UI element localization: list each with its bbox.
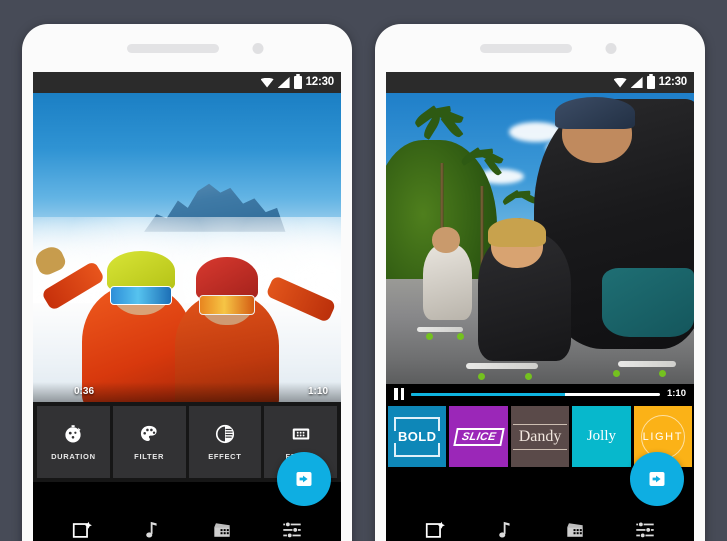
- screen-right: 12:30 1:10 BOLD SLICE Dandy Jolly LIGHT: [386, 72, 694, 541]
- screen-left: 12:30 0:36 1:10 DURATION FILTER EFFECT: [33, 72, 341, 541]
- export-icon: [296, 472, 312, 486]
- adult-shorts: [601, 267, 694, 338]
- film-clip-icon[interactable]: [564, 519, 586, 541]
- tool-filter[interactable]: FILTER: [112, 406, 186, 478]
- progress-fill: [411, 392, 566, 396]
- filter-tile-bold[interactable]: BOLD: [388, 406, 447, 467]
- filter-label: Jolly: [586, 428, 617, 444]
- player-bar: 1:10: [386, 384, 694, 404]
- skier-right-helmet: [196, 256, 258, 301]
- film-clip-icon[interactable]: [211, 519, 233, 541]
- frame-icon: [292, 428, 309, 440]
- export-icon: [649, 472, 665, 486]
- filter-tile-dandy[interactable]: Dandy: [510, 406, 570, 467]
- speaker-grille: [127, 44, 219, 53]
- sliders-icon[interactable]: [281, 519, 303, 541]
- status-clock: 12:30: [305, 75, 335, 88]
- filter-label: SLICE: [452, 427, 505, 446]
- bold-frame: BOLD: [394, 416, 441, 457]
- signal-icon: [277, 77, 290, 88]
- progress-scrubber[interactable]: [411, 392, 660, 396]
- kid-hair: [487, 218, 547, 248]
- tool-label: FILTER: [134, 452, 165, 461]
- tool-label: DURATION: [51, 452, 96, 461]
- status-bar-right: 12:30: [386, 72, 694, 93]
- skateboard-wheel: [613, 369, 621, 377]
- status-bar-left: 12:30: [33, 72, 341, 93]
- skateboard-wheel: [524, 372, 532, 380]
- sliders-icon[interactable]: [634, 519, 656, 541]
- tool-duration[interactable]: DURATION: [37, 406, 110, 478]
- trim-end-time: 1:10: [307, 386, 328, 397]
- filter-label: Dandy: [512, 422, 567, 452]
- filter-tile-slice[interactable]: SLICE: [449, 406, 508, 467]
- pause-icon[interactable]: [394, 388, 404, 400]
- skateboard-deck: [617, 360, 676, 367]
- skier-right-goggles: [199, 295, 255, 316]
- video-preview-left[interactable]: 0:36 1:10: [33, 93, 341, 402]
- phone-right: 12:30 1:10 BOLD SLICE Dandy Jolly LIGHT: [375, 24, 705, 541]
- signal-icon: [630, 77, 643, 88]
- tool-label: EFFECT: [208, 452, 242, 461]
- add-photo-icon[interactable]: [71, 519, 93, 541]
- music-note-icon[interactable]: [141, 519, 163, 541]
- player-duration: 1:10: [666, 388, 686, 400]
- export-fab-right[interactable]: [630, 452, 684, 506]
- wifi-icon: [260, 77, 274, 88]
- person-background: [422, 244, 473, 320]
- battery-icon: [293, 74, 302, 89]
- phone-left: 12:30 0:36 1:10 DURATION FILTER EFFECT: [22, 24, 352, 541]
- skier-left-goggles: [110, 286, 172, 305]
- battery-icon: [646, 74, 655, 89]
- trim-start-time: 0:36: [74, 386, 95, 397]
- front-camera-icon: [605, 43, 617, 54]
- palette-icon: [141, 425, 157, 441]
- person-background-head: [432, 226, 460, 254]
- skier-left-helmet: [106, 250, 175, 291]
- skateboard-deck: [416, 326, 463, 332]
- add-photo-icon[interactable]: [424, 519, 446, 541]
- filter-label: BOLD: [397, 429, 437, 444]
- export-fab-left[interactable]: [277, 452, 331, 506]
- contrast-icon: [215, 424, 234, 444]
- front-camera-icon: [252, 43, 264, 54]
- trim-bar-left[interactable]: 0:36 1:10: [33, 382, 341, 402]
- status-clock: 12:30: [658, 75, 688, 88]
- tool-effect[interactable]: EFFECT: [188, 406, 262, 478]
- music-note-icon[interactable]: [494, 519, 516, 541]
- skateboard-deck: [466, 363, 539, 370]
- skateboard-wheel: [659, 369, 667, 377]
- filter-label: LIGHT: [642, 430, 684, 443]
- filter-tile-jolly[interactable]: Jolly: [572, 406, 631, 467]
- stopwatch-icon: [65, 425, 81, 443]
- wifi-icon: [613, 77, 627, 88]
- speaker-grille: [480, 44, 572, 53]
- video-preview-right[interactable]: [386, 93, 694, 384]
- adult-cap: [555, 97, 636, 130]
